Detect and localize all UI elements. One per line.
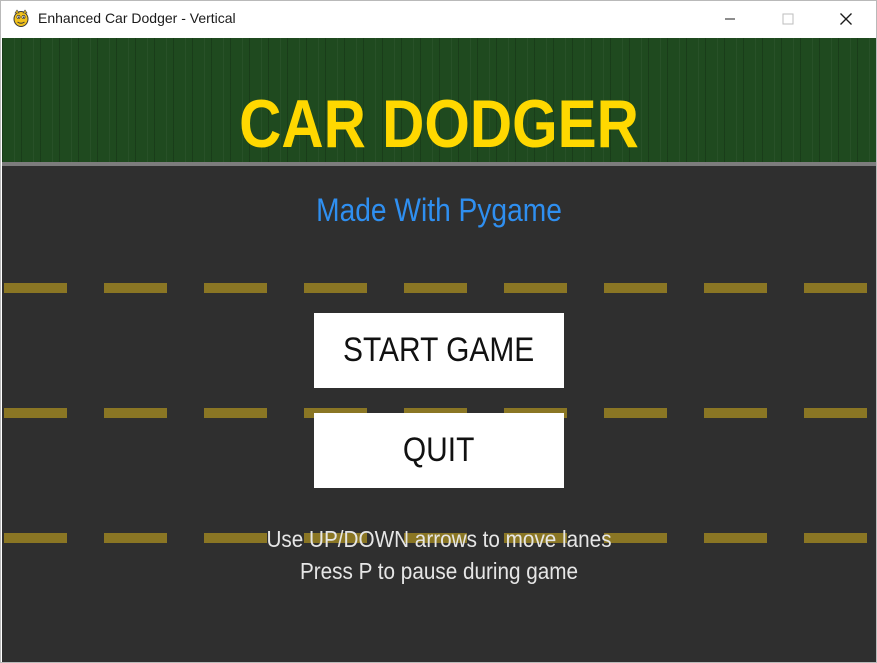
minimize-icon [724,13,736,25]
lane-dash [104,283,167,293]
lane-dash [604,283,667,293]
maximize-icon [782,13,794,25]
window-titlebar[interactable]: Enhanced Car Dodger - Vertical [1,1,876,37]
game-window: Enhanced Car Dodger - Vertical CAR DODGE… [0,0,877,663]
minimize-button[interactable] [701,1,759,37]
lane-dash [204,408,267,418]
lane-dash [104,408,167,418]
game-subtitle: Made With Pygame [316,192,562,228]
lane-dash [804,283,867,293]
lane-dash [404,283,467,293]
lane-dash [704,408,767,418]
lane-dash [304,283,367,293]
game-canvas[interactable]: CAR DODGER Made With Pygame START GAME Q… [2,38,876,662]
lane-dash [604,408,667,418]
lane-dash [4,283,67,293]
start-game-button[interactable]: START GAME [314,313,564,388]
instruction-move: Use UP/DOWN arrows to move lanes [266,526,612,552]
pygame-snake-icon [11,8,31,28]
instruction-pause: Press P to pause during game [299,558,579,584]
road-edge-line [2,162,876,166]
close-icon [839,12,853,26]
quit-label: QUIT [403,431,475,469]
lane-dash [4,408,67,418]
lane-divider-1 [2,283,876,293]
maximize-button[interactable] [759,1,817,37]
close-button[interactable] [817,1,875,37]
lane-dash [504,283,567,293]
window-title: Enhanced Car Dodger - Vertical [38,10,236,26]
lane-dash [804,408,867,418]
lane-dash [704,283,767,293]
lane-dash [204,283,267,293]
quit-button[interactable]: QUIT [314,413,564,488]
start-game-label: START GAME [343,331,535,369]
game-title: CAR DODGER [239,86,639,162]
